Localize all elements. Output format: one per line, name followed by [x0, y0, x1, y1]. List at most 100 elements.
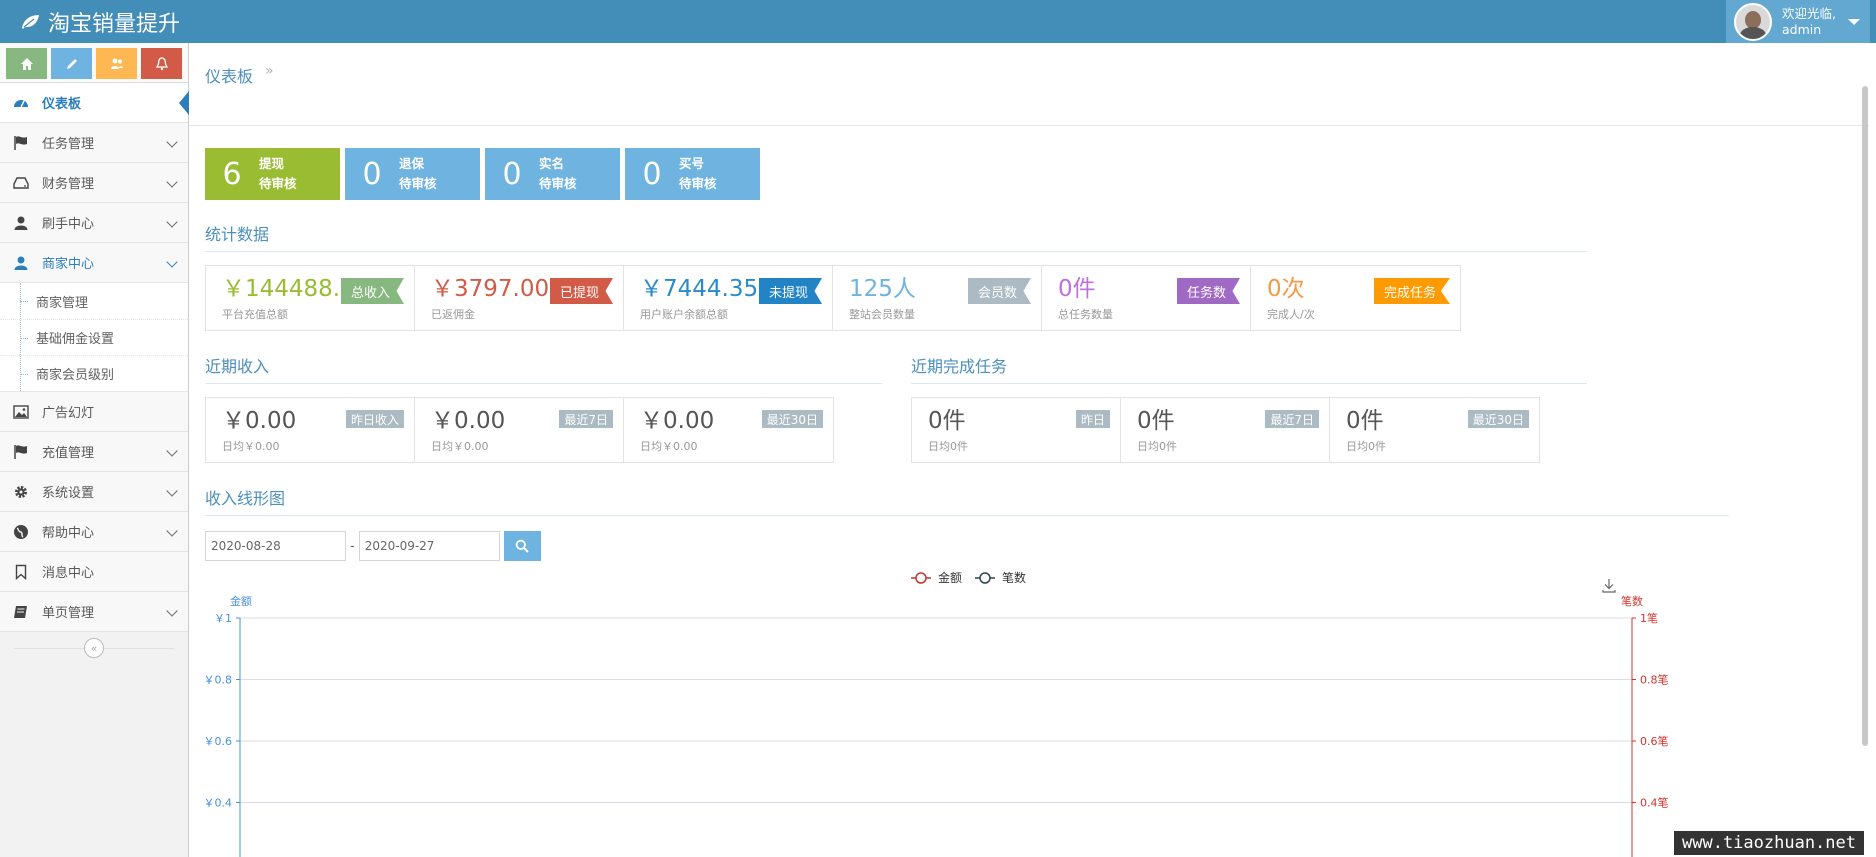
section-title-recent-tasks: 近期完成任务	[911, 353, 1587, 384]
stat-badge: 任务数	[1176, 278, 1240, 304]
tile-realname-pending[interactable]: 0 实名 待审核	[485, 148, 620, 200]
brand-title: 淘宝销量提升	[48, 11, 181, 37]
sidebar-item-help[interactable]: 帮助中心	[0, 512, 188, 552]
download-icon[interactable]	[1602, 579, 1616, 593]
stat-tasks: 0件 总任务数量 任务数	[1042, 266, 1251, 330]
navbar: 淘宝销量提升 欢迎光临, admin	[0, 0, 1876, 43]
tile-withdraw-pending[interactable]: 6 提现 待审核	[205, 148, 340, 200]
user-icon	[12, 254, 30, 272]
submenu-item-member-levels[interactable]: 商家会员级别	[0, 355, 188, 391]
tile-status: 待审核	[539, 176, 577, 191]
legend-item-count[interactable]: 笔数	[975, 570, 1026, 585]
section-title-stats: 统计数据	[205, 221, 1587, 252]
sidebar-item-ads[interactable]: 广告幻灯	[0, 392, 188, 432]
chevron-down-icon	[166, 136, 178, 148]
stat-caption: 平台充值总额	[222, 308, 288, 321]
sidebar-item-label: 商家中心	[42, 257, 95, 272]
y-left-tick-label: ￥1	[214, 612, 232, 625]
collapse-sidebar-button[interactable]: «	[84, 638, 104, 658]
tile-refund-pending[interactable]: 0 退保 待审核	[345, 148, 480, 200]
period-label: 最近7日	[1265, 410, 1319, 428]
shortcut-bar	[0, 43, 188, 83]
shortcut-home-button[interactable]	[6, 48, 47, 79]
sidebar-item-settings[interactable]: 系统设置	[0, 472, 188, 512]
y-left-tick-label: ￥0.8	[204, 674, 233, 687]
sidebar-item-recharge[interactable]: 充值管理	[0, 432, 188, 472]
pending-tiles: 6 提现 待审核 0 退保 待审核 0 实名 待审核 0 买号 待审核	[205, 148, 760, 200]
tasks-30-days: 0件 日均0件 最近30日	[1330, 398, 1539, 462]
period-label: 最近7日	[559, 410, 613, 428]
stat-total-income: ￥144488.00 平台充值总额 总收入	[206, 266, 415, 330]
chart-ticks: ￥1 1笔 ￥0.8 0.8笔 ￥0.6 0.6笔 ￥0.4 0.4笔	[204, 611, 1669, 810]
stat-withdrawn: ￥3797.00 已返佣金 已提现	[415, 266, 624, 330]
stats-row: ￥144488.00 平台充值总额 总收入 ￥3797.00 已返佣金 已提现 …	[205, 265, 1461, 331]
tile-count: 0	[642, 156, 662, 192]
hdd-icon	[12, 174, 30, 192]
tasks-7-days: 0件 日均0件 最近7日	[1121, 398, 1330, 462]
tile-count: 0	[362, 156, 382, 192]
shortcut-users-button[interactable]	[96, 48, 137, 79]
home-icon	[20, 57, 33, 70]
stat-badge: 已提现	[549, 278, 613, 304]
sidebar-item-dashboard[interactable]: 仪表板	[0, 83, 189, 123]
stat-caption: 整站会员数量	[849, 308, 915, 321]
tile-status: 待审核	[399, 176, 437, 191]
sidebar-item-label: 系统设置	[42, 486, 95, 501]
chevron-down-icon	[166, 256, 178, 268]
income-line-chart: 金额 笔数 金额 笔数 ￥1 1笔 ￥0.8 0.8笔 ￥0.6 0.6笔 ￥0.4 0.4笔	[204, 570, 1669, 857]
tile-status: 待审核	[259, 176, 297, 191]
submenu-item-merchant-manage[interactable]: 商家管理	[0, 283, 188, 319]
legend-label-count: 笔数	[1002, 570, 1026, 585]
legend-item-amount[interactable]: 金额	[911, 570, 962, 585]
tile-account-pending[interactable]: 0 买号 待审核	[625, 148, 760, 200]
welcome-text: 欢迎光临,	[1782, 5, 1836, 21]
sidebar-item-brusher-center[interactable]: 刷手中心	[0, 203, 188, 243]
legend-label-amount: 金额	[938, 570, 962, 585]
stat-badge: 未提现	[758, 278, 822, 304]
y-right-tick-label: 0.6笔	[1640, 734, 1669, 748]
user-name: admin	[1782, 21, 1822, 37]
search-icon	[515, 539, 529, 553]
user-icon	[12, 214, 30, 232]
tasks-average: 日均0件	[928, 440, 968, 453]
brand[interactable]: 淘宝销量提升	[20, 0, 180, 43]
flag-icon	[12, 134, 30, 152]
period-label: 最近30日	[761, 410, 823, 428]
vertical-scrollbar[interactable]	[1862, 86, 1868, 746]
users-icon	[110, 58, 123, 69]
stat-caption: 完成人/次	[1267, 308, 1315, 321]
y-left-tick-label: ￥0.4	[204, 797, 233, 810]
period-label: 昨日收入	[345, 410, 404, 428]
income-7-days: ￥0.00 日均￥0.00 最近7日	[415, 398, 624, 462]
sidebar-item-finance[interactable]: 财务管理	[0, 163, 188, 203]
chevron-down-icon	[166, 485, 178, 497]
section-title-income-chart: 收入线形图	[205, 485, 1729, 516]
sidebar-item-pages[interactable]: 单页管理	[0, 592, 188, 632]
chevron-down-icon	[166, 216, 178, 228]
caret-down-icon	[1848, 19, 1860, 25]
chart-grid	[240, 617, 1632, 803]
stat-caption: 已返佣金	[431, 308, 475, 321]
sidebar-item-messages[interactable]: 消息中心	[0, 552, 188, 592]
shortcut-notifications-button[interactable]	[141, 48, 182, 79]
breadcrumb-current[interactable]: 仪表板	[205, 63, 253, 87]
sidebar-item-label: 广告幻灯	[42, 406, 95, 421]
income-average: 日均￥0.00	[640, 440, 698, 453]
submenu-item-base-commission[interactable]: 基础佣金设置	[0, 319, 188, 355]
y-left-axis-title: 金额	[230, 594, 252, 608]
stat-not-withdrawn: ￥7444.35 用户账户余额总额 未提现	[624, 266, 833, 330]
sidebar-item-tasks[interactable]: 任务管理	[0, 123, 188, 163]
y-left-tick-label: ￥0.6	[204, 735, 233, 748]
shortcut-edit-button[interactable]	[51, 48, 92, 79]
sidebar-item-merchant-center[interactable]: 商家中心	[0, 243, 188, 283]
sidebar-item-label: 帮助中心	[42, 526, 95, 541]
sidebar-collapse-bar: «	[0, 632, 188, 664]
dashboard-icon	[12, 94, 30, 112]
book-icon	[12, 603, 30, 621]
user-menu[interactable]: 欢迎光临, admin	[1726, 0, 1870, 43]
watermark: www.tiaozhuan.net	[1674, 831, 1864, 855]
chevron-down-icon	[166, 445, 178, 457]
stat-badge: 会员数	[967, 278, 1031, 304]
tasks-average: 日均0件	[1137, 440, 1177, 453]
picture-icon	[12, 403, 30, 421]
